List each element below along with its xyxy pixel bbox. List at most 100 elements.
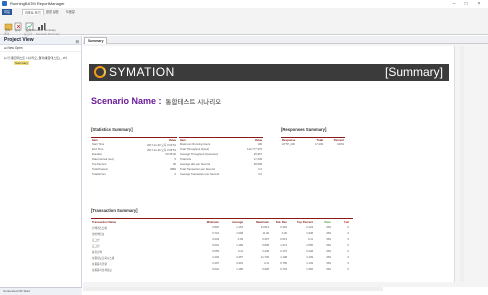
vertical-scrollbar[interactable] (460, 46, 464, 282)
close-doc-label: 닫기 (15, 28, 21, 32)
banner-title: [Summary] (384, 65, 443, 79)
scenario-label: Scenario Name : (91, 96, 162, 106)
scenario-summary-button[interactable] (37, 18, 46, 30)
stats-right-value: 28,696 (253, 163, 262, 166)
tx-average: 3.457 (236, 256, 243, 259)
pin-icon[interactable]: ⊟ (76, 37, 79, 46)
tx-maximum: 2.248 (262, 250, 269, 253)
tx-stddev: 0.734 (280, 268, 287, 271)
tx-minimum: 0.059 (212, 250, 219, 253)
tx-minimum: 0.701 (212, 232, 219, 235)
stats-left-value: 2017-11-30 오후 3:35:51 (147, 149, 176, 152)
tx-average: 0.991 (236, 262, 243, 265)
stats-right-value: 0.2 (258, 168, 262, 171)
stats-left-item: Total Errors (92, 173, 106, 176)
tab-settings[interactable]: 환경 설정 (44, 9, 61, 15)
stats-right-item: Total Throughput (bytes) (180, 148, 210, 151)
project-view-header: Project View ⊟ (0, 36, 81, 45)
tx-average: 1.154 (236, 226, 243, 229)
document-tabstrip: Summary (83, 36, 488, 44)
tx-header-pass: Pass (324, 220, 331, 224)
document-area: Summary SYMATION [Summary] Scenario Name… (83, 36, 488, 287)
tx-maximum: 6.928 (262, 268, 269, 271)
tx-pass: 681 (326, 238, 331, 241)
tx-header-average: Average (232, 220, 243, 224)
stats-left-value: 00:35:00 (165, 153, 176, 156)
tx-fail: 0 (347, 226, 350, 229)
status-bar: Connected OK Start (0, 287, 82, 295)
summary-button[interactable] (25, 18, 34, 31)
tree-node-project[interactable]: ⊟ ▤ 통합테스트 시나리오_결과(통합테스트)_ 1차 (4, 56, 67, 60)
tx-pass: 681 (326, 226, 331, 229)
project-view-panel: Project View ⊟ ⊞ New Open ⊟ ▤ 통합테스트 시나리오… (0, 36, 82, 287)
responses-header-total: Total (316, 138, 323, 142)
stats-right-value: 17,239 (253, 158, 262, 161)
tx-stddev: 1.108 (280, 256, 287, 259)
transaction-rule (91, 218, 353, 219)
response-total: 17,239 (314, 143, 323, 146)
tx-maximum: 11.736 (260, 256, 269, 259)
tab-file[interactable]: 파일 (2, 9, 12, 15)
stats-left-value: 90 (173, 163, 176, 166)
stats-left-item: Data Interval (sec) (92, 158, 114, 161)
stats-right-item: Average Throughput (bytes/sec) (180, 153, 219, 156)
tx-minimum: 0.022 (212, 268, 219, 271)
minimize-button[interactable]: – (449, 0, 459, 8)
tx-stddev: 1.274 (280, 244, 287, 247)
stats-left-value: 2017-11-30 오후 3:00:51 (147, 144, 176, 147)
tx-name: 로그인 (92, 245, 100, 248)
tab-help[interactable]: 도움말 (64, 9, 77, 15)
tab-report-view[interactable]: 리포트 보기 (22, 9, 44, 15)
report-banner: SYMATION [Summary] (89, 64, 449, 81)
report-page: SYMATION [Summary] Scenario Name : 통합테스트 … (83, 46, 455, 282)
tx-top-percent: 4.109 (306, 256, 313, 259)
tx-minimum: 0.826 (212, 226, 219, 229)
tx-top-percent: 1.556 (306, 244, 313, 247)
close-button[interactable]: × (474, 0, 484, 8)
tx-stddev: 0.30 (281, 232, 287, 235)
tx-fail: 0 (347, 238, 350, 241)
stats-right-header-item: Item (180, 138, 186, 142)
stats-left-value: 5 (174, 158, 177, 161)
stats-right-value: 25,967 (253, 153, 262, 156)
tab-summary[interactable]: Summary (84, 37, 108, 44)
stats-left-value: 4884 (170, 168, 176, 171)
tx-fail: 0 (347, 244, 350, 247)
stats-right-item: Total Hits (180, 158, 192, 161)
tx-name: 상품등록상세정보 (92, 269, 112, 272)
tx-average: 1.008 (236, 232, 243, 235)
tx-fail: 0 (347, 262, 350, 265)
close-doc-button[interactable] (14, 18, 23, 31)
horizontal-scrollbar[interactable] (83, 287, 383, 291)
tx-pass: 681 (326, 250, 331, 253)
tx-maximum: 6.809 (262, 244, 269, 247)
maximize-button[interactable]: □ (461, 0, 471, 8)
tx-header-stddev: Std. Dev (275, 220, 287, 224)
responses-title: [Responses Summary] (281, 127, 327, 132)
scenario-name: Scenario Name : 통합테스트 시나리오 (91, 96, 221, 106)
stats-right-item: Maximum Running Users (180, 143, 211, 146)
open-button[interactable] (4, 18, 13, 31)
tx-top-percent: 0.11 (307, 238, 313, 241)
tx-stddev: 0.756 (280, 262, 287, 265)
tx-pass: 681 (326, 244, 331, 247)
tx-maximum: 0.267 (262, 238, 269, 241)
stats-right-item: Average Hits per Second (180, 163, 210, 166)
app-icon (2, 1, 7, 6)
tx-pass: 681 (326, 268, 331, 271)
stats-right-value: 100 (257, 143, 262, 146)
statistics-title: [Statistics Summary] (91, 127, 133, 132)
response-code: HTTP_200 (282, 143, 295, 146)
brand-name: SYMATION (109, 65, 175, 79)
stats-left-item: End Time (92, 148, 104, 151)
project-toolbar[interactable]: ⊞ New Open (0, 45, 81, 52)
tx-header-maximum: Maximum (256, 220, 269, 224)
tx-name: 전체테스트에 (92, 227, 107, 230)
tx-average: 0.09 (237, 238, 243, 241)
ribbon: 파일 리포트 보기 환경 설정 도움말 열기 닫기 요약 Scenario Su… (0, 8, 488, 36)
tree-node-summary[interactable]: Summary (14, 61, 29, 65)
tx-stddev: 0.170 (280, 250, 287, 253)
tx-top-percent: 1.149 (306, 262, 313, 265)
tx-minimum: 2.236 (212, 256, 219, 259)
responses-header-percent: Percent (333, 138, 344, 142)
